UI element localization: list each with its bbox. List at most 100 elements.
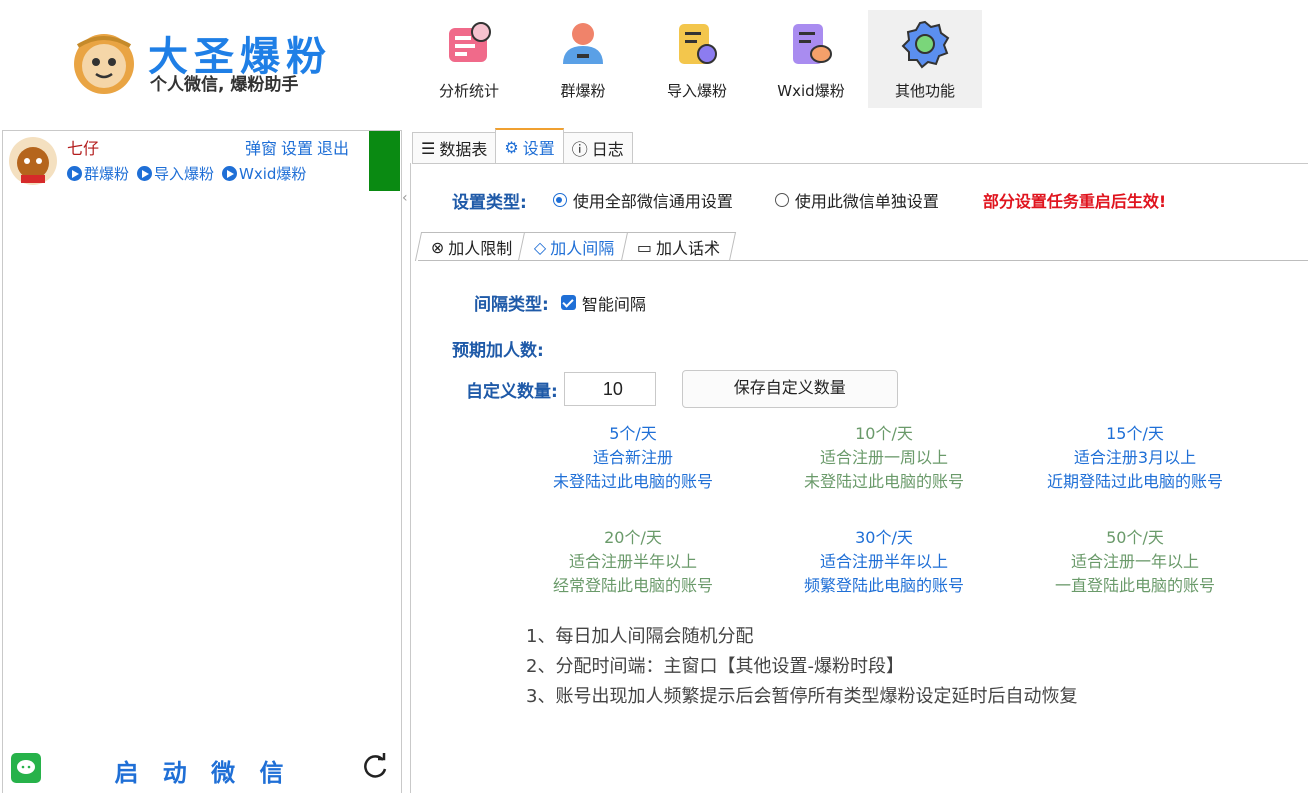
option-line2: 未登陆过此电脑的账号 bbox=[552, 472, 713, 491]
status-indicator bbox=[369, 131, 400, 191]
toolbar-other-functions[interactable]: 其他功能 bbox=[868, 10, 982, 108]
interval-notes: 1、每日加人间隔会随机分配 2、分配时间端：主窗口【其他设置-爆粉时段】 3、账… bbox=[526, 622, 1077, 712]
option-line2: 近期登陆过此电脑的账号 bbox=[1046, 472, 1223, 491]
gear-icon: ⚙ bbox=[504, 137, 519, 157]
option-30-per-day[interactable]: 30个/天 适合注册半年以上 频繁登陆此电脑的账号 bbox=[779, 526, 989, 598]
radio-global-settings[interactable]: 使用全部微信通用设置 bbox=[552, 188, 733, 212]
custom-count-input[interactable]: 10 bbox=[563, 372, 656, 406]
wxid-chat-icon bbox=[793, 24, 832, 64]
tab-data-table[interactable]: ☰ 数据表 bbox=[412, 132, 497, 163]
option-rate: 20个/天 bbox=[604, 528, 662, 547]
option-rate: 5个/天 bbox=[609, 424, 657, 443]
subtab-add-limit[interactable]: ⊗ 加人限制 bbox=[414, 232, 529, 261]
popup-link[interactable]: 弹窗 bbox=[245, 139, 277, 158]
save-custom-count-button[interactable]: 保存自定义数量 bbox=[681, 370, 898, 408]
option-line2: 频繁登陆此电脑的账号 bbox=[803, 576, 964, 595]
toolbar-wxid-fans[interactable]: Wxid爆粉 bbox=[754, 10, 868, 108]
settings-subtabs: ⊗ 加人限制 ◇ 加人间隔 ▭ 加人话术 bbox=[414, 232, 736, 262]
option-15-per-day[interactable]: 15个/天 适合注册3月以上 近期登陆过此电脑的账号 bbox=[1030, 422, 1240, 494]
toolbar-label: 分析统计 bbox=[438, 82, 499, 100]
close-circle-icon: ⊗ bbox=[430, 237, 445, 257]
subtab-add-script[interactable]: ▭ 加人话术 bbox=[620, 232, 736, 261]
user-group-icon bbox=[563, 23, 603, 64]
interval-type-label: 间隔类型: bbox=[474, 295, 549, 315]
account-actions: 群爆粉 导入爆粉 Wxid爆粉 bbox=[67, 163, 306, 184]
option-rate: 30个/天 bbox=[855, 528, 913, 547]
note-line: 1、每日加人间隔会随机分配 bbox=[526, 626, 754, 647]
smart-interval-label: 智能间隔 bbox=[581, 294, 646, 314]
main-toolbar: 分析统计 群爆粉 导入爆粉 Wxid爆粉 其他功能 bbox=[412, 10, 982, 108]
option-line1: 适合注册半年以上 bbox=[568, 552, 697, 571]
subtab-label: 加人限制 bbox=[448, 239, 513, 258]
option-line1: 适合注册3月以上 bbox=[1073, 448, 1197, 467]
option-line1: 适合注册一周以上 bbox=[819, 448, 948, 467]
toolbar-label: 导入爆粉 bbox=[666, 82, 727, 100]
smart-interval-checkbox[interactable] bbox=[560, 295, 576, 310]
brand-subtitle: 个人微信, 爆粉助手 bbox=[150, 75, 299, 95]
main-content: ☰ 数据表 ⚙ 设置 ⓘ 日志 设置类型: 使用全部微信通用设置 使用此微信单独… bbox=[408, 128, 1308, 793]
toolbar-group-fans[interactable]: 群爆粉 bbox=[526, 10, 640, 108]
chart-board-icon bbox=[449, 22, 491, 62]
radio-label: 使用全部微信通用设置 bbox=[572, 192, 733, 211]
radio-label: 使用此微信单独设置 bbox=[794, 192, 939, 211]
expected-row: 预期加人数: bbox=[452, 336, 544, 361]
option-5-per-day[interactable]: 5个/天 适合新注册 未登陆过此电脑的账号 bbox=[528, 422, 738, 494]
main-tabs: ☰ 数据表 ⚙ 设置 ⓘ 日志 bbox=[412, 128, 633, 164]
toolbar-label: Wxid爆粉 bbox=[777, 82, 845, 100]
account-name: 七仔 bbox=[67, 139, 100, 158]
import-doc-icon bbox=[679, 24, 717, 64]
tab-label: 数据表 bbox=[439, 140, 488, 159]
custom-count-row: 自定义数量: 10 保存自定义数量 bbox=[466, 370, 898, 408]
option-rate: 10个/天 bbox=[855, 424, 913, 443]
interval-icon: ◇ bbox=[534, 237, 547, 257]
subtab-divider bbox=[418, 260, 1308, 261]
wxid-fans-action[interactable]: Wxid爆粉 bbox=[222, 163, 306, 184]
tab-divider bbox=[412, 163, 1308, 164]
subtab-add-interval[interactable]: ◇ 加人间隔 bbox=[518, 232, 631, 261]
option-rate: 50个/天 bbox=[1106, 528, 1164, 547]
tab-log[interactable]: ⓘ 日志 bbox=[562, 132, 633, 163]
tab-label: 日志 bbox=[591, 140, 624, 159]
option-20-per-day[interactable]: 20个/天 适合注册半年以上 经常登陆此电脑的账号 bbox=[528, 526, 738, 598]
action-label: 群爆粉 bbox=[84, 165, 130, 183]
settings-link[interactable]: 设置 bbox=[281, 139, 313, 158]
option-rate: 15个/天 bbox=[1106, 424, 1164, 443]
custom-count-label: 自定义数量: bbox=[466, 381, 558, 402]
action-label: 导入爆粉 bbox=[154, 165, 215, 183]
option-50-per-day[interactable]: 50个/天 适合注册一年以上 一直登陆此电脑的账号 bbox=[1030, 526, 1240, 598]
account-links: 弹窗 设置 退出 bbox=[245, 135, 353, 159]
note-line: 3、账号出现加人频繁提示后会暂停所有类型爆粉设定延时后自动恢复 bbox=[526, 686, 1078, 707]
toolbar-analytics[interactable]: 分析统计 bbox=[412, 10, 526, 108]
monkey-logo-icon bbox=[74, 34, 134, 94]
logout-link[interactable]: 退出 bbox=[317, 139, 349, 158]
info-icon: ⓘ bbox=[571, 140, 588, 159]
subtab-label: 加人话术 bbox=[655, 239, 720, 258]
subtab-label: 加人间隔 bbox=[550, 239, 615, 258]
app-logo: 大圣爆粉 个人微信, 爆粉助手 bbox=[60, 22, 360, 102]
option-line2: 未登陆过此电脑的账号 bbox=[803, 472, 964, 491]
option-line1: 适合新注册 bbox=[592, 448, 673, 467]
refresh-icon[interactable] bbox=[359, 751, 391, 783]
play-icon bbox=[137, 166, 153, 181]
account-row[interactable]: 七仔 弹窗 设置 退出 群爆粉 导入爆粉 Wxid爆粉 bbox=[3, 131, 401, 191]
import-fans-action[interactable]: 导入爆粉 bbox=[137, 163, 214, 184]
setting-type-row: 设置类型: 使用全部微信通用设置 使用此微信单独设置 部分设置任务重启后生效! bbox=[452, 188, 1167, 213]
radio-single-settings[interactable]: 使用此微信单独设置 bbox=[774, 188, 939, 212]
toolbar-label: 其他功能 bbox=[894, 82, 955, 100]
note-line: 2、分配时间端：主窗口【其他设置-爆粉时段】 bbox=[526, 656, 904, 677]
option-10-per-day[interactable]: 10个/天 适合注册一周以上 未登陆过此电脑的账号 bbox=[779, 422, 989, 494]
start-wechat-button[interactable]: 启 动 微 信 bbox=[113, 753, 293, 788]
wechat-icon[interactable] bbox=[11, 753, 41, 783]
play-icon bbox=[67, 166, 82, 181]
expected-label: 预期加人数: bbox=[452, 341, 544, 361]
tab-settings[interactable]: ⚙ 设置 bbox=[495, 128, 564, 164]
group-fans-action[interactable]: 群爆粉 bbox=[67, 163, 129, 184]
list-icon: ☰ bbox=[421, 138, 436, 158]
option-line1: 适合注册一年以上 bbox=[1070, 552, 1199, 571]
radio-unselected-icon bbox=[774, 193, 789, 207]
gear-icon bbox=[901, 20, 950, 69]
toolbar-import-fans[interactable]: 导入爆粉 bbox=[640, 10, 754, 108]
left-bottom-bar: 启 动 微 信 bbox=[3, 737, 401, 793]
restart-warning: 部分设置任务重启后生效! bbox=[982, 192, 1167, 211]
chat-bubble-icon: ▭ bbox=[636, 237, 652, 257]
